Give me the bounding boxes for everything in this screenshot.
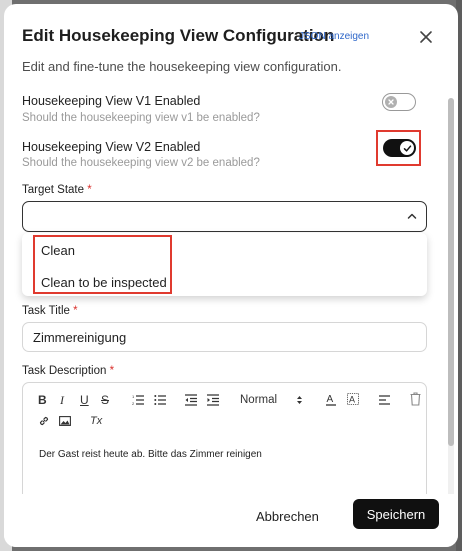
- dialog-subtitle: Edit and fine-tune the housekeeping view…: [22, 59, 342, 74]
- dialog-title: Edit Housekeeping View Configuration: [22, 26, 335, 45]
- json-link[interactable]: JSON anzeigen: [299, 31, 369, 42]
- font-size-select[interactable]: Normal: [240, 394, 277, 406]
- highlight-box-options: [33, 235, 172, 294]
- svg-text:2: 2: [132, 401, 135, 406]
- link-icon[interactable]: [38, 415, 50, 427]
- svg-text:A: A: [327, 394, 334, 405]
- trash-icon[interactable]: [410, 392, 421, 406]
- bold-button[interactable]: B: [38, 393, 47, 407]
- x-icon: [388, 98, 394, 105]
- close-icon: [420, 31, 432, 43]
- dropdown-arrows-icon[interactable]: [296, 395, 303, 405]
- svg-text:A: A: [349, 395, 355, 405]
- chevron-up-icon: [407, 213, 417, 219]
- required-mark: *: [73, 305, 78, 317]
- toggle-off-knob: [385, 95, 397, 108]
- scrollbar-thumb[interactable]: [448, 98, 454, 446]
- strike-button[interactable]: S: [101, 393, 109, 407]
- required-mark: *: [109, 365, 115, 377]
- v1-label: Housekeeping View V1 Enabled: [22, 94, 201, 108]
- v1-hint: Should the housekeeping view v1 be enabl…: [22, 112, 260, 124]
- task-title-input[interactable]: [22, 322, 427, 352]
- ordered-list-icon[interactable]: 1 2: [132, 394, 145, 406]
- task-description-editor[interactable]: B I U S 1 2 Normal A A Tx Der Gast reist…: [22, 382, 427, 512]
- image-icon[interactable]: [59, 415, 71, 427]
- v1-toggle[interactable]: [382, 93, 416, 111]
- underline-button[interactable]: U: [80, 393, 89, 407]
- checkmark-icon: [403, 144, 411, 152]
- toggle-on-knob: [400, 141, 414, 155]
- clear-format-button[interactable]: Tx: [90, 415, 102, 427]
- svg-text:1: 1: [132, 394, 135, 399]
- bullet-list-icon[interactable]: [154, 394, 167, 406]
- cancel-button[interactable]: Abbrechen: [256, 509, 319, 524]
- task-description-label: Task Description *: [22, 365, 115, 377]
- indent-icon[interactable]: [207, 394, 220, 406]
- edit-dialog: Edit Housekeeping View Configuration JSO…: [4, 4, 458, 547]
- task-description-text[interactable]: Der Gast reist heute ab. Bitte das Zimme…: [39, 449, 262, 460]
- target-state-select[interactable]: [22, 201, 427, 232]
- target-state-label: Target State *: [22, 184, 92, 196]
- save-button[interactable]: Speichern: [353, 499, 439, 529]
- close-button[interactable]: [417, 28, 435, 46]
- background-color-icon[interactable]: A: [347, 393, 359, 406]
- italic-button[interactable]: I: [60, 393, 64, 408]
- v2-label: Housekeeping View V2 Enabled: [22, 140, 201, 154]
- required-mark: *: [87, 184, 92, 196]
- v2-toggle[interactable]: [383, 139, 416, 157]
- task-title-label: Task Title *: [22, 305, 78, 317]
- outdent-icon[interactable]: [185, 394, 198, 406]
- align-left-icon[interactable]: [379, 394, 391, 406]
- v2-hint: Should the housekeeping view v2 be enabl…: [22, 157, 260, 169]
- text-color-icon[interactable]: A: [325, 393, 337, 406]
